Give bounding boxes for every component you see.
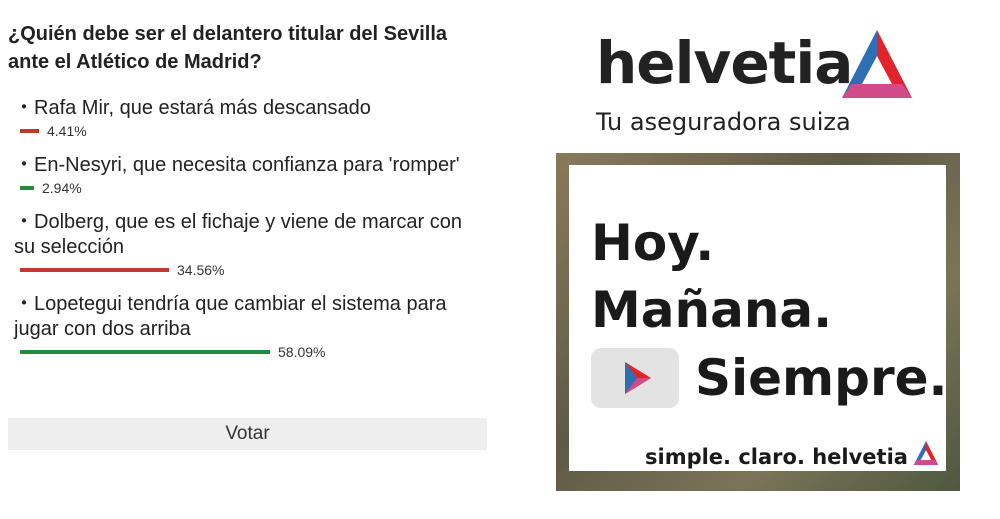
ad-footer-slogan: simple. claro. helvetia <box>645 445 908 469</box>
poll-result-bar <box>20 129 39 133</box>
poll-result-bar <box>20 268 169 272</box>
ad-banner[interactable]: Hoy. Mañana. Siempre. simple. claro. hel… <box>556 153 960 491</box>
poll-option[interactable]: ・Lopetegui tendría que cambiar el sistem… <box>8 292 488 360</box>
headline-manana: Mañana. <box>591 281 833 339</box>
poll-option-label: ・En-Nesyri, que necesita confianza para … <box>14 154 460 176</box>
headline-hoy: Hoy. <box>591 214 715 272</box>
play-icon[interactable] <box>591 348 679 408</box>
brand-tagline: Tu aseguradora suiza <box>596 108 851 136</box>
poll-option-label: ・Lopetegui tendría que cambiar el sistem… <box>14 293 447 340</box>
helvetia-ad[interactable]: helvetia Tu aseguradora suiza Hoy. Mañan… <box>556 0 1000 519</box>
poll-result-percent: 34.56% <box>177 262 225 278</box>
helvetia-logo-icon <box>842 30 912 98</box>
poll-result-percent: 2.94% <box>42 180 82 196</box>
brand-wordmark: helvetia <box>596 29 853 97</box>
poll-result-percent: 58.09% <box>278 344 326 360</box>
play-triangle-icon <box>625 362 651 394</box>
poll-option[interactable]: ・Rafa Mir, que estará más descansado 4.4… <box>8 96 488 139</box>
ad-card: Hoy. Mañana. Siempre. simple. claro. hel… <box>569 165 948 471</box>
poll-option[interactable]: ・En-Nesyri, que necesita confianza para … <box>8 153 488 196</box>
poll-result-percent: 4.41% <box>47 123 87 139</box>
poll-widget: ¿Quién debe ser el delantero titular del… <box>8 20 488 374</box>
poll-option-label: ・Rafa Mir, que estará más descansado <box>14 97 371 119</box>
poll-option[interactable]: ・Dolberg, que es el fichaje y viene de m… <box>8 210 488 278</box>
poll-question: ¿Quién debe ser el delantero titular del… <box>8 23 448 73</box>
poll-result-bar <box>20 350 270 354</box>
vote-button[interactable]: Votar <box>8 418 487 450</box>
poll-option-label: ・Dolberg, que es el fichaje y viene de m… <box>14 211 463 258</box>
poll-result-bar <box>20 186 34 190</box>
headline-siempre: Siempre. <box>695 349 948 407</box>
helvetia-small-logo-icon <box>913 441 939 465</box>
